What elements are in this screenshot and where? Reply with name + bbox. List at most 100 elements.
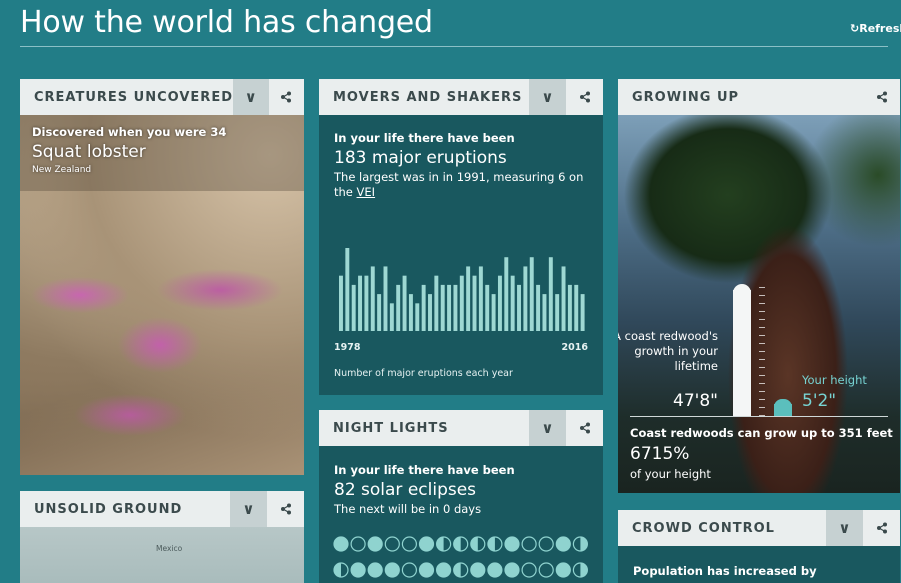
card-unsolid-ground: UNSOLID GROUND ∨ Mexico <box>20 491 304 583</box>
eruption-bar-2007[interactable] <box>523 266 528 331</box>
share-button[interactable] <box>267 491 304 527</box>
moon-phase-full-icon <box>435 562 452 578</box>
card-growing: GROWING UP A coast redwood's growth in y… <box>618 79 900 493</box>
eruption-bar-2013[interactable] <box>561 266 566 331</box>
eruption-bar-2004[interactable] <box>504 257 509 331</box>
crowd-body: Population has increased by <box>618 546 900 583</box>
chevron-down-icon: ∨ <box>242 500 255 518</box>
night-body: In your life there have been 82 solar ec… <box>319 446 603 583</box>
share-icon <box>579 91 590 103</box>
eruption-bar-2016[interactable] <box>580 294 585 331</box>
share-button[interactable] <box>566 79 603 115</box>
height-scale <box>759 287 765 417</box>
expand-button[interactable]: ∨ <box>233 79 269 115</box>
chart-caption: Number of major eruptions each year <box>334 368 513 379</box>
eruption-bar-1996[interactable] <box>453 284 458 331</box>
eruption-bar-2002[interactable] <box>491 294 496 331</box>
refresh-button[interactable]: ↻Refresh <box>850 22 901 35</box>
eruption-bar-2012[interactable] <box>555 294 560 331</box>
eruption-bar-2015[interactable] <box>574 284 579 331</box>
card-title: CREATURES UNCOVERED <box>34 89 233 105</box>
eruption-bar-1997[interactable] <box>459 275 464 331</box>
share-button[interactable] <box>863 79 900 115</box>
moon-phase-last-icon <box>487 536 503 552</box>
eruption-bar-1992[interactable] <box>428 294 432 331</box>
eruption-bar-1980[interactable] <box>351 284 356 331</box>
chevron-down-icon: ∨ <box>244 88 257 106</box>
eruption-bar-1978[interactable] <box>339 275 343 331</box>
vei-link[interactable]: VEI <box>357 185 376 199</box>
lobster-photo[interactable]: Discovered when you were 34 Squat lobste… <box>20 115 304 475</box>
moon-phase-new-icon <box>384 536 400 552</box>
moon-phase-full-icon <box>367 562 383 578</box>
earthquake-map[interactable]: Mexico <box>20 527 304 583</box>
card-header: CROWD CONTROL ∨ <box>618 510 900 546</box>
eruption-bar-2011[interactable] <box>548 257 553 331</box>
eruption-bar-1990[interactable] <box>415 303 420 331</box>
card-movers: MOVERS AND SHAKERS ∨ In your life there … <box>319 79 603 395</box>
eruption-bar-1987[interactable] <box>396 284 401 331</box>
eruption-bar-1986[interactable] <box>389 303 394 331</box>
eruption-bar-2010[interactable] <box>542 294 547 331</box>
moon-phase-new-icon <box>538 562 554 578</box>
eruption-bar-2005[interactable] <box>510 275 515 331</box>
eruption-bar-2003[interactable] <box>497 275 502 331</box>
eruption-bar-2008[interactable] <box>529 257 534 331</box>
moon-phase-full-icon <box>504 562 520 578</box>
expand-button[interactable]: ∨ <box>826 510 863 546</box>
eruption-bar-2001[interactable] <box>485 284 490 331</box>
eruption-chart <box>339 248 585 331</box>
eruption-bar-1979[interactable] <box>345 248 350 331</box>
eruption-bar-1984[interactable] <box>377 294 382 331</box>
eruption-bar-1999[interactable] <box>472 275 477 331</box>
moon-phase-new-icon <box>521 536 537 552</box>
map-label-mexico: Mexico <box>156 544 183 553</box>
page-title: How the world has changed <box>20 5 433 40</box>
chevron-down-icon: ∨ <box>838 519 851 537</box>
eruption-bar-1985[interactable] <box>383 266 388 331</box>
share-icon <box>876 91 887 103</box>
eruption-bar-1983[interactable] <box>370 266 375 331</box>
eruption-bar-2009[interactable] <box>536 284 541 331</box>
eclipse-count: 82 solar eclipses <box>334 480 477 500</box>
eruption-bar-2006[interactable] <box>517 284 521 331</box>
eruption-bar-1982[interactable] <box>364 275 369 331</box>
card-header: MOVERS AND SHAKERS ∨ <box>319 79 603 115</box>
share-icon <box>280 503 291 515</box>
expand-button[interactable]: ∨ <box>529 79 566 115</box>
eruption-bar-1988[interactable] <box>402 275 407 331</box>
redwood-photo: A coast redwood's growth in your lifetim… <box>618 115 900 493</box>
eruption-bar-1998[interactable] <box>466 266 471 331</box>
share-button[interactable] <box>863 510 900 546</box>
eruption-bar-1989[interactable] <box>408 294 413 331</box>
eruption-bar-1994[interactable] <box>440 284 445 331</box>
card-creatures: CREATURES UNCOVERED ∨ Discovered when yo… <box>20 79 304 475</box>
chevron-down-icon: ∨ <box>541 88 554 106</box>
moon-phase-new-icon <box>350 536 366 552</box>
card-header: NIGHT LIGHTS ∨ <box>319 410 603 446</box>
moon-phase-full-icon <box>350 562 366 578</box>
height-label: Your height <box>802 373 867 387</box>
eruptions-detail: The largest was in in 1991, measuring 6 … <box>334 170 589 200</box>
eruption-bar-1993[interactable] <box>434 275 439 331</box>
moon-phase-full-icon <box>384 562 400 578</box>
eruption-bar-1981[interactable] <box>358 275 363 331</box>
expand-button[interactable]: ∨ <box>529 410 566 446</box>
moon-phase-full-icon <box>555 536 571 552</box>
height-value: 5'2" <box>802 391 837 411</box>
eruptions-count: 183 major eruptions <box>334 148 507 168</box>
eruption-bar-2000[interactable] <box>478 266 483 331</box>
moon-phase-last-icon <box>470 536 486 552</box>
share-icon <box>579 422 590 434</box>
refresh-icon: ↻ <box>850 22 860 35</box>
share-button[interactable] <box>269 79 305 115</box>
eruption-bar-1991[interactable] <box>421 284 426 331</box>
eruption-bar-2014[interactable] <box>567 284 572 331</box>
card-title: UNSOLID GROUND <box>34 501 183 517</box>
share-button[interactable] <box>566 410 603 446</box>
expand-button[interactable]: ∨ <box>230 491 267 527</box>
eruption-bar-1995[interactable] <box>447 284 452 331</box>
moon-phase-full-icon <box>555 562 571 578</box>
moon-phase-first-icon <box>572 562 588 578</box>
moon-phase-first-icon <box>572 536 588 552</box>
